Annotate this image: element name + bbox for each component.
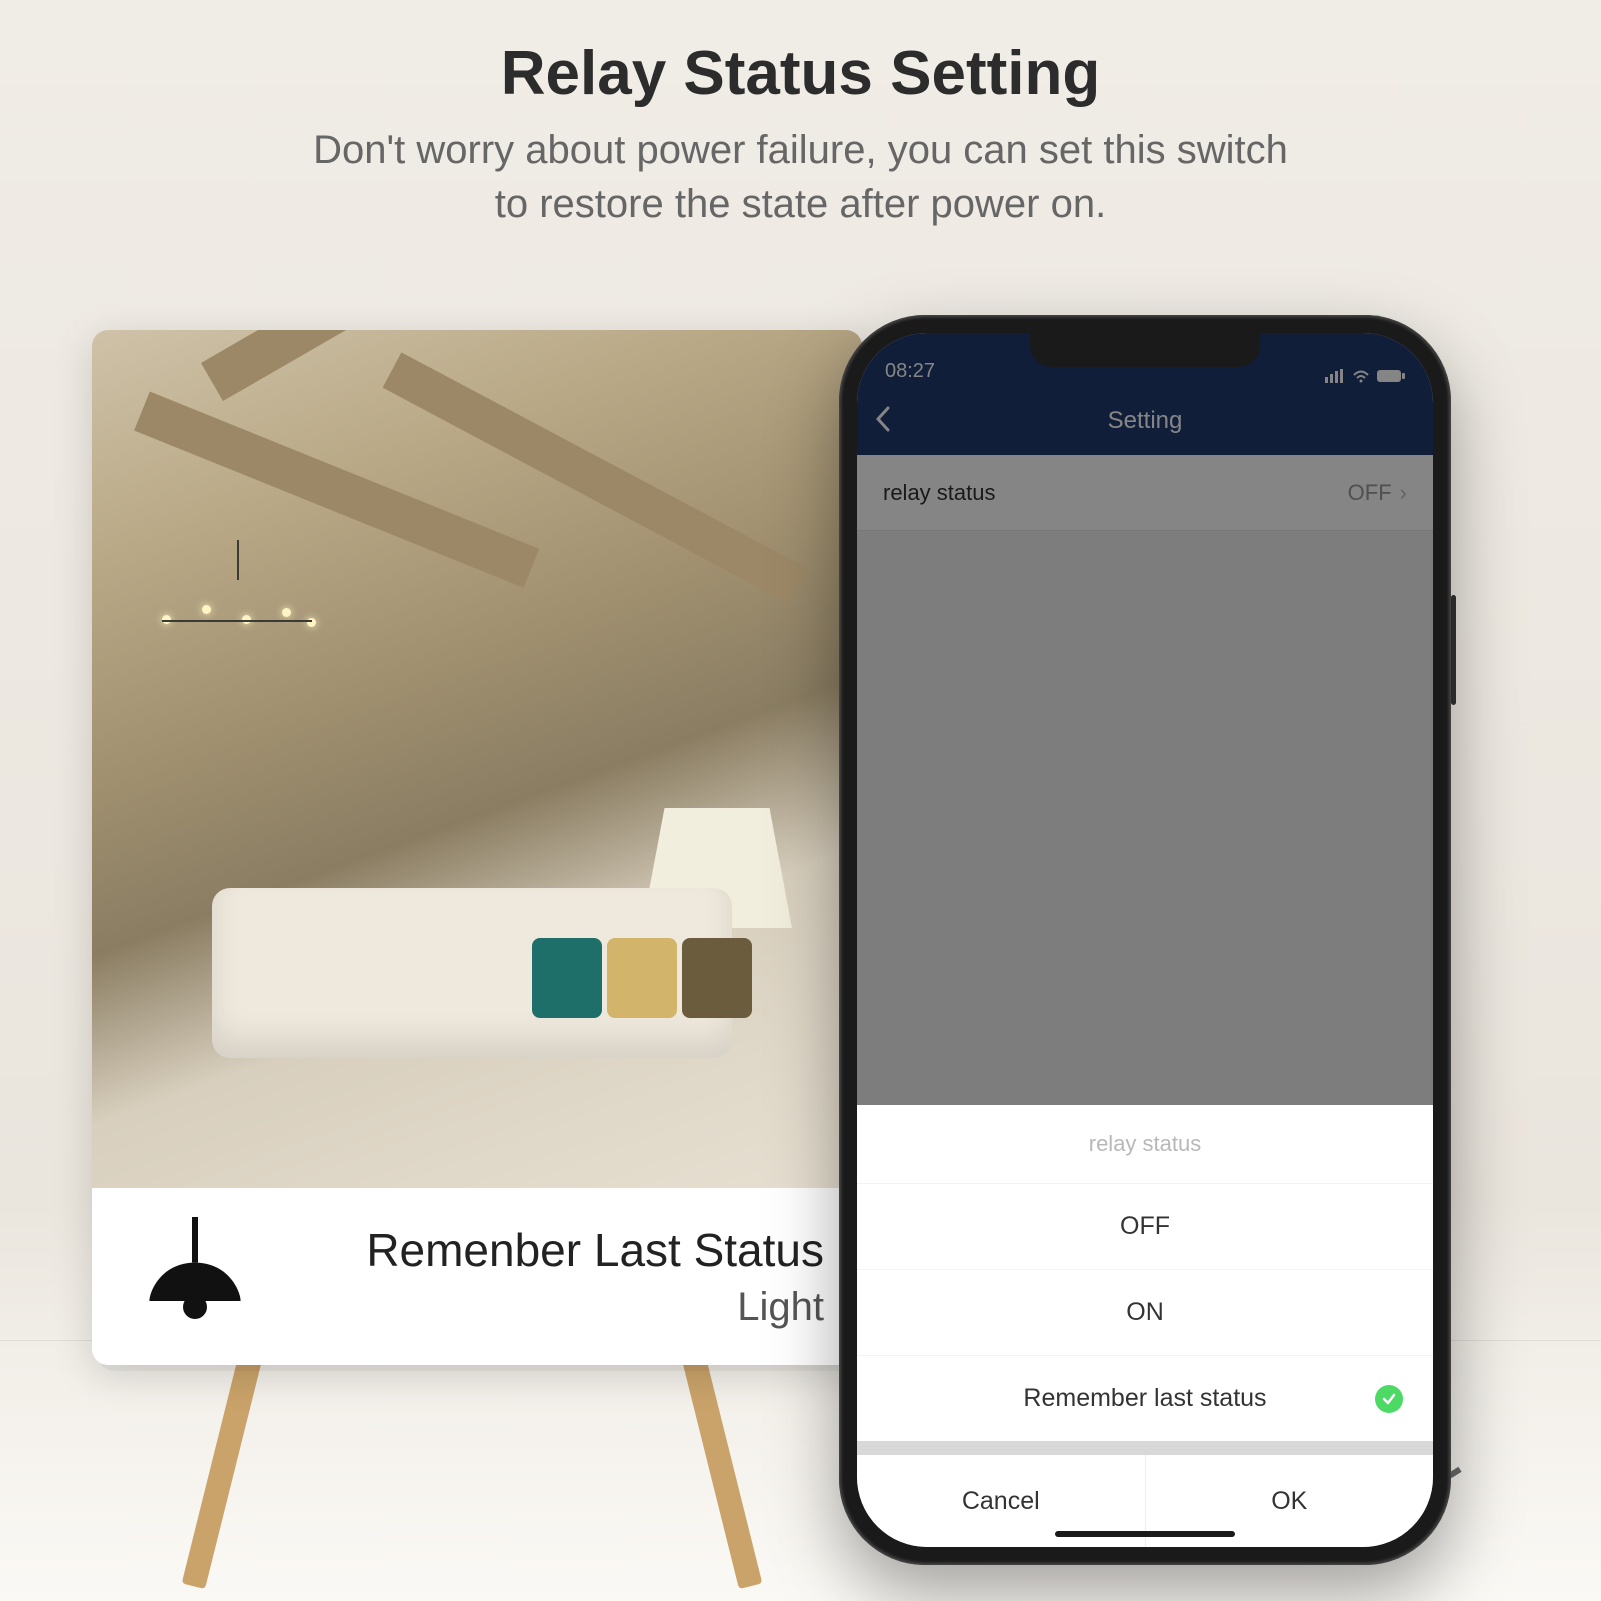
home-indicator[interactable]: [1055, 1531, 1235, 1537]
sheet-option-off[interactable]: OFF: [857, 1183, 1433, 1269]
page-title: Relay Status Setting: [0, 38, 1601, 109]
card-subtitle: Light: [294, 1285, 824, 1330]
sheet-option-remember[interactable]: Remember last status: [857, 1355, 1433, 1441]
page-subtitle: Don't worry about power failure, you can…: [0, 123, 1601, 231]
relay-status-sheet: relay status OFF ON Remember last status…: [857, 1105, 1433, 1547]
room-photo: [92, 330, 862, 1188]
sheet-separator: [857, 1441, 1433, 1455]
sofa-decor: [212, 888, 732, 1058]
sheet-title: relay status: [857, 1105, 1433, 1183]
option-label: Remember last status: [1023, 1384, 1266, 1413]
feature-card: Remenber Last Status Light: [92, 330, 862, 1365]
option-label: ON: [1126, 1298, 1164, 1327]
marketing-header: Relay Status Setting Don't worry about p…: [0, 0, 1601, 231]
card-title: Remenber Last Status: [294, 1223, 824, 1277]
option-label: OFF: [1120, 1212, 1170, 1241]
phone-mockup: 08:27 Setting relay status OFF ›: [839, 315, 1451, 1565]
chandelier-decor: [152, 580, 322, 700]
checkmark-icon: [1375, 1385, 1403, 1413]
phone-notch: [1030, 333, 1260, 367]
card-footer: Remenber Last Status Light: [92, 1188, 862, 1365]
pendant-lamp-icon: [130, 1212, 260, 1342]
phone-screen: 08:27 Setting relay status OFF ›: [857, 333, 1433, 1547]
sheet-option-on[interactable]: ON: [857, 1269, 1433, 1355]
